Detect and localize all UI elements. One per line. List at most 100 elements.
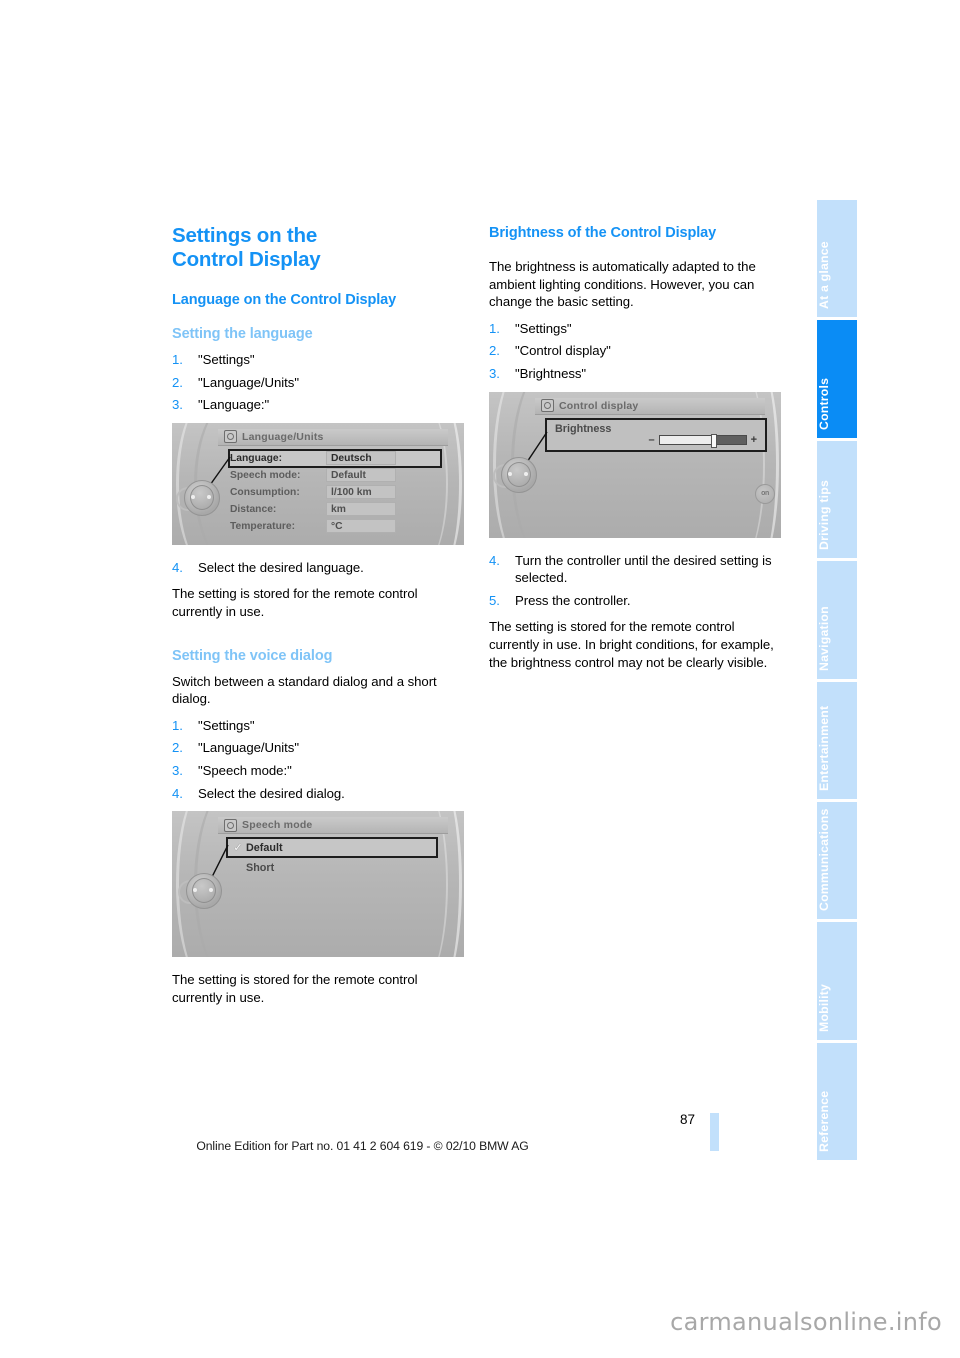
intro-voice-dialog: Switch between a standard dialog and a s… [172,673,437,707]
step-number: 1. [489,320,500,336]
step-text: Turn the controller until the desired se… [515,552,772,586]
list-item: Short [228,859,436,876]
menu-row-label: Temperature: [230,520,296,532]
figure-language-units-screen: Language/Units Language: Deutsch Speech … [172,422,464,545]
menu-row-value: Deutsch [326,451,396,466]
footer-imprint: Online Edition for Part no. 01 41 2 604 … [196,1139,529,1153]
table-row: Language: Deutsch [228,448,442,468]
sidebar-item-entertainment[interactable]: Entertainment [816,681,857,799]
sidebar-item-communications[interactable]: Communications [817,801,857,920]
menu-row-label: Language: [230,452,283,464]
step-text: "Brightness" [515,365,587,381]
knob-dot-left [191,494,195,499]
figure-control-display-screen: Control display Brightness – + on [489,391,781,538]
list-item: 1. "Settings" [172,351,464,369]
menu-row-value: l/100 km [326,485,396,500]
note-remote-control-language: The setting is stored for the remote con… [172,586,418,619]
step-text: "Settings" [515,320,572,336]
steps-setting-language: 1. "Settings" 2. "Language/Units" 3. "Langu… [172,351,464,414]
step-number: 2. [172,374,183,390]
steps-voice-dialog: 1. "Settings" 2. "Language/Units" 3. "Speec… [172,717,464,802]
watermark: carmanualsonline.info [670,1308,942,1336]
section-heading-brightness: Brightness of the Control Display [489,225,717,241]
list-item: 2. "Control display" [489,342,781,360]
list-item: 3. "Speech mode:" [172,762,464,780]
idrive-controller-knob-icon [178,873,222,910]
plus-icon: + [750,433,757,446]
figure-title-text: Control display [559,399,639,412]
menu-row-label: Speech mode: [230,469,301,481]
step-number: 3. [489,365,500,381]
step-number: 2. [172,740,183,756]
list-item: 3. "Language:" [172,396,464,414]
step-text: "Language/Units" [198,374,299,390]
sidebar-item-mobility[interactable]: Mobility [817,922,857,1040]
figure-title-bar: Speech mode [218,817,448,835]
page-title-line-1: Settings on the [172,224,318,247]
steps-brightness-continued: 4. Turn the controller until the desired … [489,552,781,610]
step-text: Select the desired language. [198,559,364,575]
note-remote-control-voice: The setting is stored for the remote con… [172,972,418,1005]
choice-label: Default [246,841,283,854]
list-item: 1. "Settings" [489,320,781,338]
subsection-heading-voice-dialog: Setting the voice dialog [172,647,333,664]
step-text: "Control display" [515,343,611,359]
manual-page: Settings on the Control Display Language… [0,0,960,1358]
list-item: 2. "Language/Units" [172,739,464,757]
sidebar-item-navigation[interactable]: Navigation [816,561,857,679]
settings-gear-icon [224,430,237,444]
sidebar-item-label: Navigation [816,605,831,671]
sidebar-item-at-a-glance[interactable]: At a glance [817,200,857,318]
knob-dot-left [508,471,512,476]
list-item: 1. "Settings" [172,717,464,735]
minus-icon: – [648,433,655,446]
step-number: 4. [172,559,183,575]
step-number: 3. [172,397,183,413]
left-column: Settings on the Control Display Language… [172,224,464,1015]
slider-fill [659,436,713,445]
step-number: 1. [172,352,183,367]
settings-gear-icon [541,399,554,413]
table-row: Consumption: l/100 km [230,485,440,500]
slider-track [658,434,747,449]
brightness-slider: – + [648,433,757,449]
menu-row-value: Default [326,468,396,483]
steps-setting-language-continued: 4. Select the desired language. [172,559,464,577]
sidebar-item-label: Controls [816,377,831,430]
step-text: "Language:" [198,397,270,413]
list-item: 2. "Language/Units" [172,374,464,392]
menu-row-value: km [326,502,396,517]
menu-row-value: °C [326,519,396,534]
step-text: "Settings" [198,717,255,733]
knob-dot-right [207,494,211,499]
note-remote-control-brightness: The setting is stored for the remote con… [489,619,774,670]
sidebar-item-controls[interactable]: Controls [816,320,857,438]
step-number: 4. [489,552,500,568]
brightness-control-row: Brightness – + [545,417,767,452]
list-item: 4. Select the desired dialog. [172,785,464,803]
slider-knob [710,434,717,449]
step-text: Press the controller. [515,592,631,608]
step-text: Select the desired dialog. [198,785,345,801]
idrive-controller-knob-icon [493,456,537,493]
idrive-controller-knob-icon [176,479,220,516]
step-text: "Language/Units" [198,740,299,756]
step-number: 2. [489,343,500,359]
brightness-label: Brightness [555,422,612,435]
menu-row-label: Distance: [230,503,277,515]
menu-row-label: Consumption: [230,486,300,498]
sidebar-item-label: Entertainment [816,705,831,791]
sidebar-item-label: Reference [816,1090,831,1152]
step-number: 3. [172,762,183,778]
sidebar-item-reference[interactable]: Reference [816,1042,857,1160]
list-item: 3. "Brightness" [489,365,781,383]
intro-brightness: The brightness is automatically adapted … [489,259,756,310]
step-number: 1. [172,717,183,733]
figure-title-text: Language/Units [242,430,324,443]
step-text: "Speech mode:" [198,762,292,778]
sidebar-item-driving-tips[interactable]: Driving tips [817,440,857,559]
on-button-icon: on [755,483,775,504]
figure-speech-mode-screen: Speech mode ✓ Default Short [172,811,464,958]
settings-gear-icon [224,818,237,832]
table-row: Temperature: °C [230,519,440,534]
